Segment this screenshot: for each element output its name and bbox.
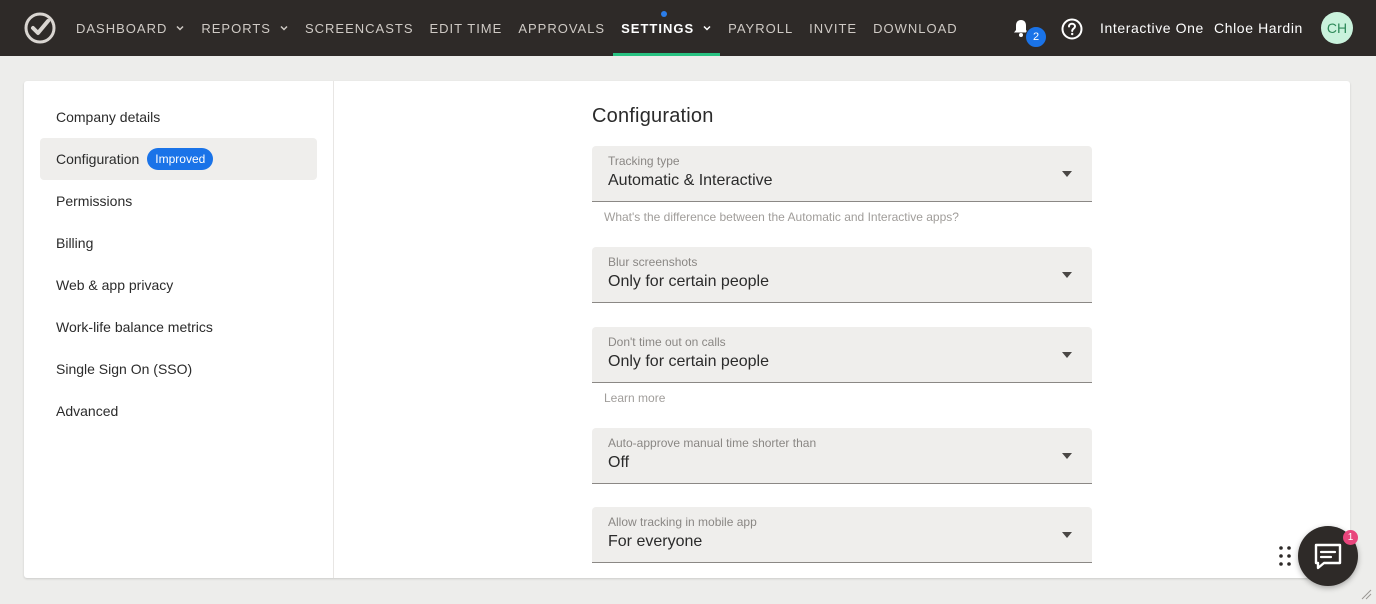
field-value: For everyone — [608, 533, 703, 550]
sidebar-item-label: Configuration — [56, 151, 140, 167]
main-nav: DASHBOARD REPORTS SCREENCASTS EDIT TIME … — [68, 0, 966, 56]
field-label: Allow tracking in mobile app — [608, 515, 757, 529]
nav-invite-label: INVITE — [809, 20, 858, 36]
nav-payroll[interactable]: PAYROLL — [720, 0, 801, 56]
nav-payroll-label: PAYROLL — [728, 20, 794, 36]
nav-settings[interactable]: SETTINGS — [613, 0, 721, 56]
auto-approve-select[interactable]: Auto-approve manual time shorter than Of… — [592, 428, 1092, 484]
nav-dashboard-label: DASHBOARD — [76, 20, 168, 36]
chat-unread-badge: 1 — [1343, 530, 1358, 545]
dropdown-arrow-icon — [1062, 453, 1072, 459]
nav-download-label: DOWNLOAD — [873, 20, 958, 36]
settings-card: Company details Configuration Improved Pe… — [24, 81, 1350, 578]
page-title: Configuration — [592, 105, 714, 127]
sidebar-item-label: Work-life balance metrics — [56, 319, 213, 335]
nav-edit-time[interactable]: EDIT TIME — [422, 0, 511, 56]
dont-time-out-on-calls-select[interactable]: Don't time out on calls Only for certain… — [592, 327, 1092, 383]
user-menu[interactable]: Chloe Hardin — [1214, 0, 1303, 56]
company-switcher[interactable]: Interactive One — [1100, 0, 1204, 56]
nav-reports-label: REPORTS — [201, 20, 271, 36]
dropdown-arrow-icon — [1062, 532, 1072, 538]
mobile-tracking-select[interactable]: Allow tracking in mobile app For everyon… — [592, 507, 1092, 563]
chevron-down-icon — [176, 25, 184, 31]
sidebar-item-sso[interactable]: Single Sign On (SSO) — [40, 348, 317, 390]
drag-dots-icon[interactable] — [1278, 545, 1292, 567]
sidebar-item-label: Company details — [56, 109, 161, 125]
settings-sidebar: Company details Configuration Improved Pe… — [24, 81, 334, 578]
sidebar-item-permissions[interactable]: Permissions — [40, 180, 317, 222]
sidebar-item-label: Billing — [56, 235, 94, 251]
learn-more-link[interactable]: Learn more — [604, 391, 665, 405]
nav-approvals-label: APPROVALS — [518, 20, 606, 36]
field-value: Automatic & Interactive — [608, 172, 773, 189]
sidebar-item-label: Single Sign On (SSO) — [56, 361, 193, 377]
tracking-type-select[interactable]: Tracking type Automatic & Interactive — [592, 146, 1092, 202]
nav-edit-time-label: EDIT TIME — [429, 20, 503, 36]
chevron-down-icon — [280, 25, 288, 31]
dropdown-arrow-icon — [1062, 352, 1072, 358]
field-value: Only for certain people — [608, 353, 769, 370]
field-label: Auto-approve manual time shorter than — [608, 436, 817, 450]
field-value: Only for certain people — [608, 273, 769, 290]
tracking-type-help-link[interactable]: What's the difference between the Automa… — [604, 210, 959, 224]
notifications-badge: 2 — [1025, 26, 1047, 48]
chevron-down-icon — [703, 25, 711, 31]
top-navigation-bar: DASHBOARD REPORTS SCREENCASTS EDIT TIME … — [0, 0, 1376, 56]
sidebar-item-label: Advanced — [56, 403, 119, 419]
nav-reports[interactable]: REPORTS — [193, 0, 297, 56]
resize-grip-icon — [1361, 589, 1372, 600]
nav-invite[interactable]: INVITE — [801, 0, 865, 56]
sidebar-item-label: Web & app privacy — [56, 277, 174, 293]
nav-screencasts-label: SCREENCASTS — [304, 20, 414, 36]
app-logo-check-icon[interactable] — [24, 12, 56, 44]
nav-download[interactable]: DOWNLOAD — [865, 0, 966, 56]
field-value: Off — [608, 454, 630, 471]
field-label: Don't time out on calls — [608, 335, 726, 349]
sidebar-item-web-app-privacy[interactable]: Web & app privacy — [40, 264, 317, 306]
nav-screencasts[interactable]: SCREENCASTS — [297, 0, 422, 56]
nav-settings-label: SETTINGS — [621, 20, 695, 36]
dropdown-arrow-icon — [1062, 272, 1072, 278]
field-label: Blur screenshots — [608, 255, 698, 269]
field-label: Tracking type — [608, 154, 680, 168]
sidebar-item-advanced[interactable]: Advanced — [40, 390, 317, 432]
sidebar-item-label: Permissions — [56, 193, 133, 209]
sidebar-item-work-life-balance[interactable]: Work-life balance metrics — [40, 306, 317, 348]
new-indicator-dot — [661, 11, 668, 17]
sidebar-item-company-details[interactable]: Company details — [40, 96, 317, 138]
sidebar-item-configuration[interactable]: Configuration Improved — [40, 138, 317, 180]
nav-dashboard[interactable]: DASHBOARD — [68, 0, 193, 56]
avatar[interactable]: CH — [1321, 12, 1353, 44]
help-circle-icon[interactable] — [1061, 18, 1083, 40]
improved-badge: Improved — [147, 148, 214, 171]
nav-approvals[interactable]: APPROVALS — [510, 0, 613, 56]
sidebar-item-billing[interactable]: Billing — [40, 222, 317, 264]
blur-screenshots-select[interactable]: Blur screenshots Only for certain people — [592, 247, 1092, 303]
dropdown-arrow-icon — [1062, 171, 1072, 177]
